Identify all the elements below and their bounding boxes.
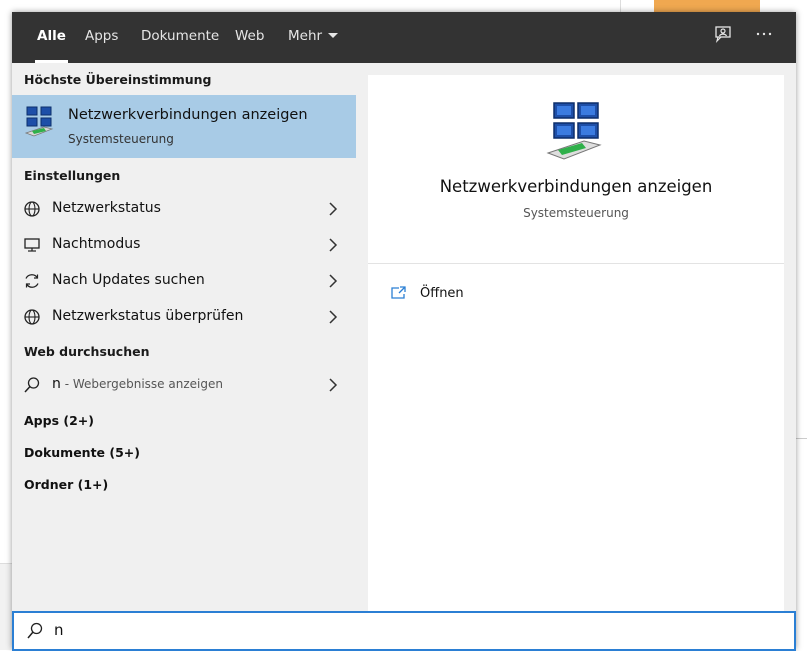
chevron-right-icon[interactable] [326,201,340,217]
background-window [796,0,807,649]
globe-icon [24,309,40,325]
ellipsis-icon [756,32,772,36]
settings-item-network-status[interactable]: Netzwerkstatus [12,191,356,227]
detail-subtitle: Systemsteuerung [523,206,629,220]
tab-apps[interactable]: Apps [85,12,118,63]
tab-documents[interactable]: Dokumente [141,12,219,63]
tab-more[interactable]: Mehr [288,12,339,63]
feedback-icon [715,26,731,43]
chevron-right-icon[interactable] [326,273,340,289]
best-match-result[interactable]: Netzwerkverbindungen anzeigen Systemsteu… [12,95,356,158]
chevron-right-icon[interactable] [326,237,340,253]
settings-item-label: Nach Updates suchen [52,272,205,288]
network-connections-icon [544,101,608,165]
detail-divider [368,263,784,264]
more-options-button[interactable] [750,24,778,52]
category-apps[interactable]: Apps (2+) [24,413,94,428]
tab-web[interactable]: Web [235,12,264,63]
section-web-search: Web durchsuchen [24,344,150,359]
open-icon [391,286,406,299]
chevron-right-icon[interactable] [326,377,340,393]
search-icon [27,622,43,639]
section-settings: Einstellungen [24,168,121,183]
results-list: Höchste Übereinstimmung Netzwerkverbindu… [12,63,356,611]
open-action-label: Öffnen [420,286,464,301]
background-divider [795,438,807,439]
settings-item-label: Nachtmodus [52,236,141,252]
web-query: n [52,376,61,392]
chevron-down-icon [328,32,339,38]
search-input[interactable]: n [54,621,64,639]
search-tabs-bar: Alle Apps Dokumente Web Mehr [12,12,796,63]
tab-all[interactable]: Alle [35,12,68,63]
settings-item-label: Netzwerkstatus [52,200,161,216]
refresh-icon [25,274,39,288]
section-best-match: Höchste Übereinstimmung [24,72,212,87]
background-divider [620,0,621,12]
background-image-fragment [654,0,760,12]
web-search-item[interactable]: n - Webergebnisse anzeigen [12,367,356,403]
settings-item-check-network-status[interactable]: Netzwerkstatus überprüfen [12,299,356,335]
search-panel: Alle Apps Dokumente Web Mehr Höchste Übe… [12,12,796,651]
best-match-subtitle: Systemsteuerung [68,132,174,146]
category-folders[interactable]: Ordner (1+) [24,477,108,492]
web-results-hint: - Webergebnisse anzeigen [60,377,223,391]
best-match-title: Netzwerkverbindungen anzeigen [68,107,308,123]
settings-item-check-updates[interactable]: Nach Updates suchen [12,263,356,299]
monitor-icon [24,238,40,252]
globe-icon [24,201,40,217]
chevron-right-icon[interactable] [326,309,340,325]
settings-item-label: Netzwerkstatus überprüfen [52,308,244,324]
detail-pane: Netzwerkverbindungen anzeigen Systemsteu… [368,75,784,611]
search-icon [24,377,40,393]
detail-title: Netzwerkverbindungen anzeigen [439,177,713,196]
feedback-button[interactable] [709,24,737,52]
network-connections-icon [24,105,56,143]
category-documents[interactable]: Dokumente (5+) [24,445,140,460]
background-window [0,563,12,650]
search-box[interactable]: n [12,611,796,651]
settings-item-night-mode[interactable]: Nachtmodus [12,227,356,263]
